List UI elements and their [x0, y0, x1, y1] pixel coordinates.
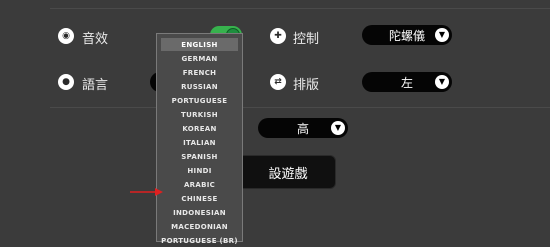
dropdown-option[interactable]: TURKISH	[161, 108, 238, 121]
speech-bubble-icon: ●	[58, 74, 74, 90]
dropdown-option[interactable]: ENGLISH	[161, 38, 238, 51]
middle-divider	[50, 107, 550, 108]
layout-select[interactable]: 左 ▼	[362, 72, 452, 92]
quality-select-value: 高	[296, 121, 309, 136]
chevron-down-icon: ▼	[331, 121, 345, 135]
layout-select-value: 左	[400, 75, 413, 90]
dropdown-option[interactable]: HINDI	[161, 164, 238, 177]
swap-arrows-icon: ⇄	[270, 74, 286, 90]
quality-select[interactable]: 高 ▼	[258, 118, 348, 138]
annotation-arrow	[130, 188, 163, 196]
chevron-down-icon: ▼	[435, 28, 449, 42]
dropdown-option[interactable]: CHINESE	[161, 192, 238, 205]
layout-label: 排版	[293, 78, 320, 93]
speaker-icon: ◉	[58, 28, 74, 44]
dropdown-option[interactable]: INDONESIAN	[161, 206, 238, 219]
sound-label: 音效	[82, 32, 109, 47]
language-label: 語言	[82, 78, 109, 93]
chevron-down-icon: ▼	[435, 75, 449, 89]
dropdown-option[interactable]: ITALIAN	[161, 136, 238, 149]
top-divider	[50, 8, 550, 9]
controls-label: 控制	[293, 32, 320, 47]
reset-game-button-label: 設遊戲	[268, 166, 308, 182]
dropdown-option[interactable]: SPANISH	[161, 150, 238, 163]
dropdown-option[interactable]: KOREAN	[161, 122, 238, 135]
dropdown-option[interactable]: FRENCH	[161, 66, 238, 79]
dropdown-option[interactable]: ARABIC	[161, 178, 238, 191]
controls-select-value: 陀螺儀	[388, 28, 425, 43]
controls-select[interactable]: 陀螺儀 ▼	[362, 25, 452, 45]
dropdown-option[interactable]: RUSSIAN	[161, 80, 238, 93]
dropdown-option[interactable]: MACEDONIAN	[161, 220, 238, 233]
dropdown-option[interactable]: PORTUGUESE	[161, 94, 238, 107]
gamepad-icon: ✚	[270, 28, 286, 44]
language-dropdown-list: ENGLISH GERMAN FRENCH RUSSIAN PORTUGUESE TURK…	[156, 33, 243, 245]
dropdown-option[interactable]: PORTUGUESE (BR)	[161, 234, 238, 247]
dropdown-option[interactable]: GERMAN	[161, 52, 238, 65]
